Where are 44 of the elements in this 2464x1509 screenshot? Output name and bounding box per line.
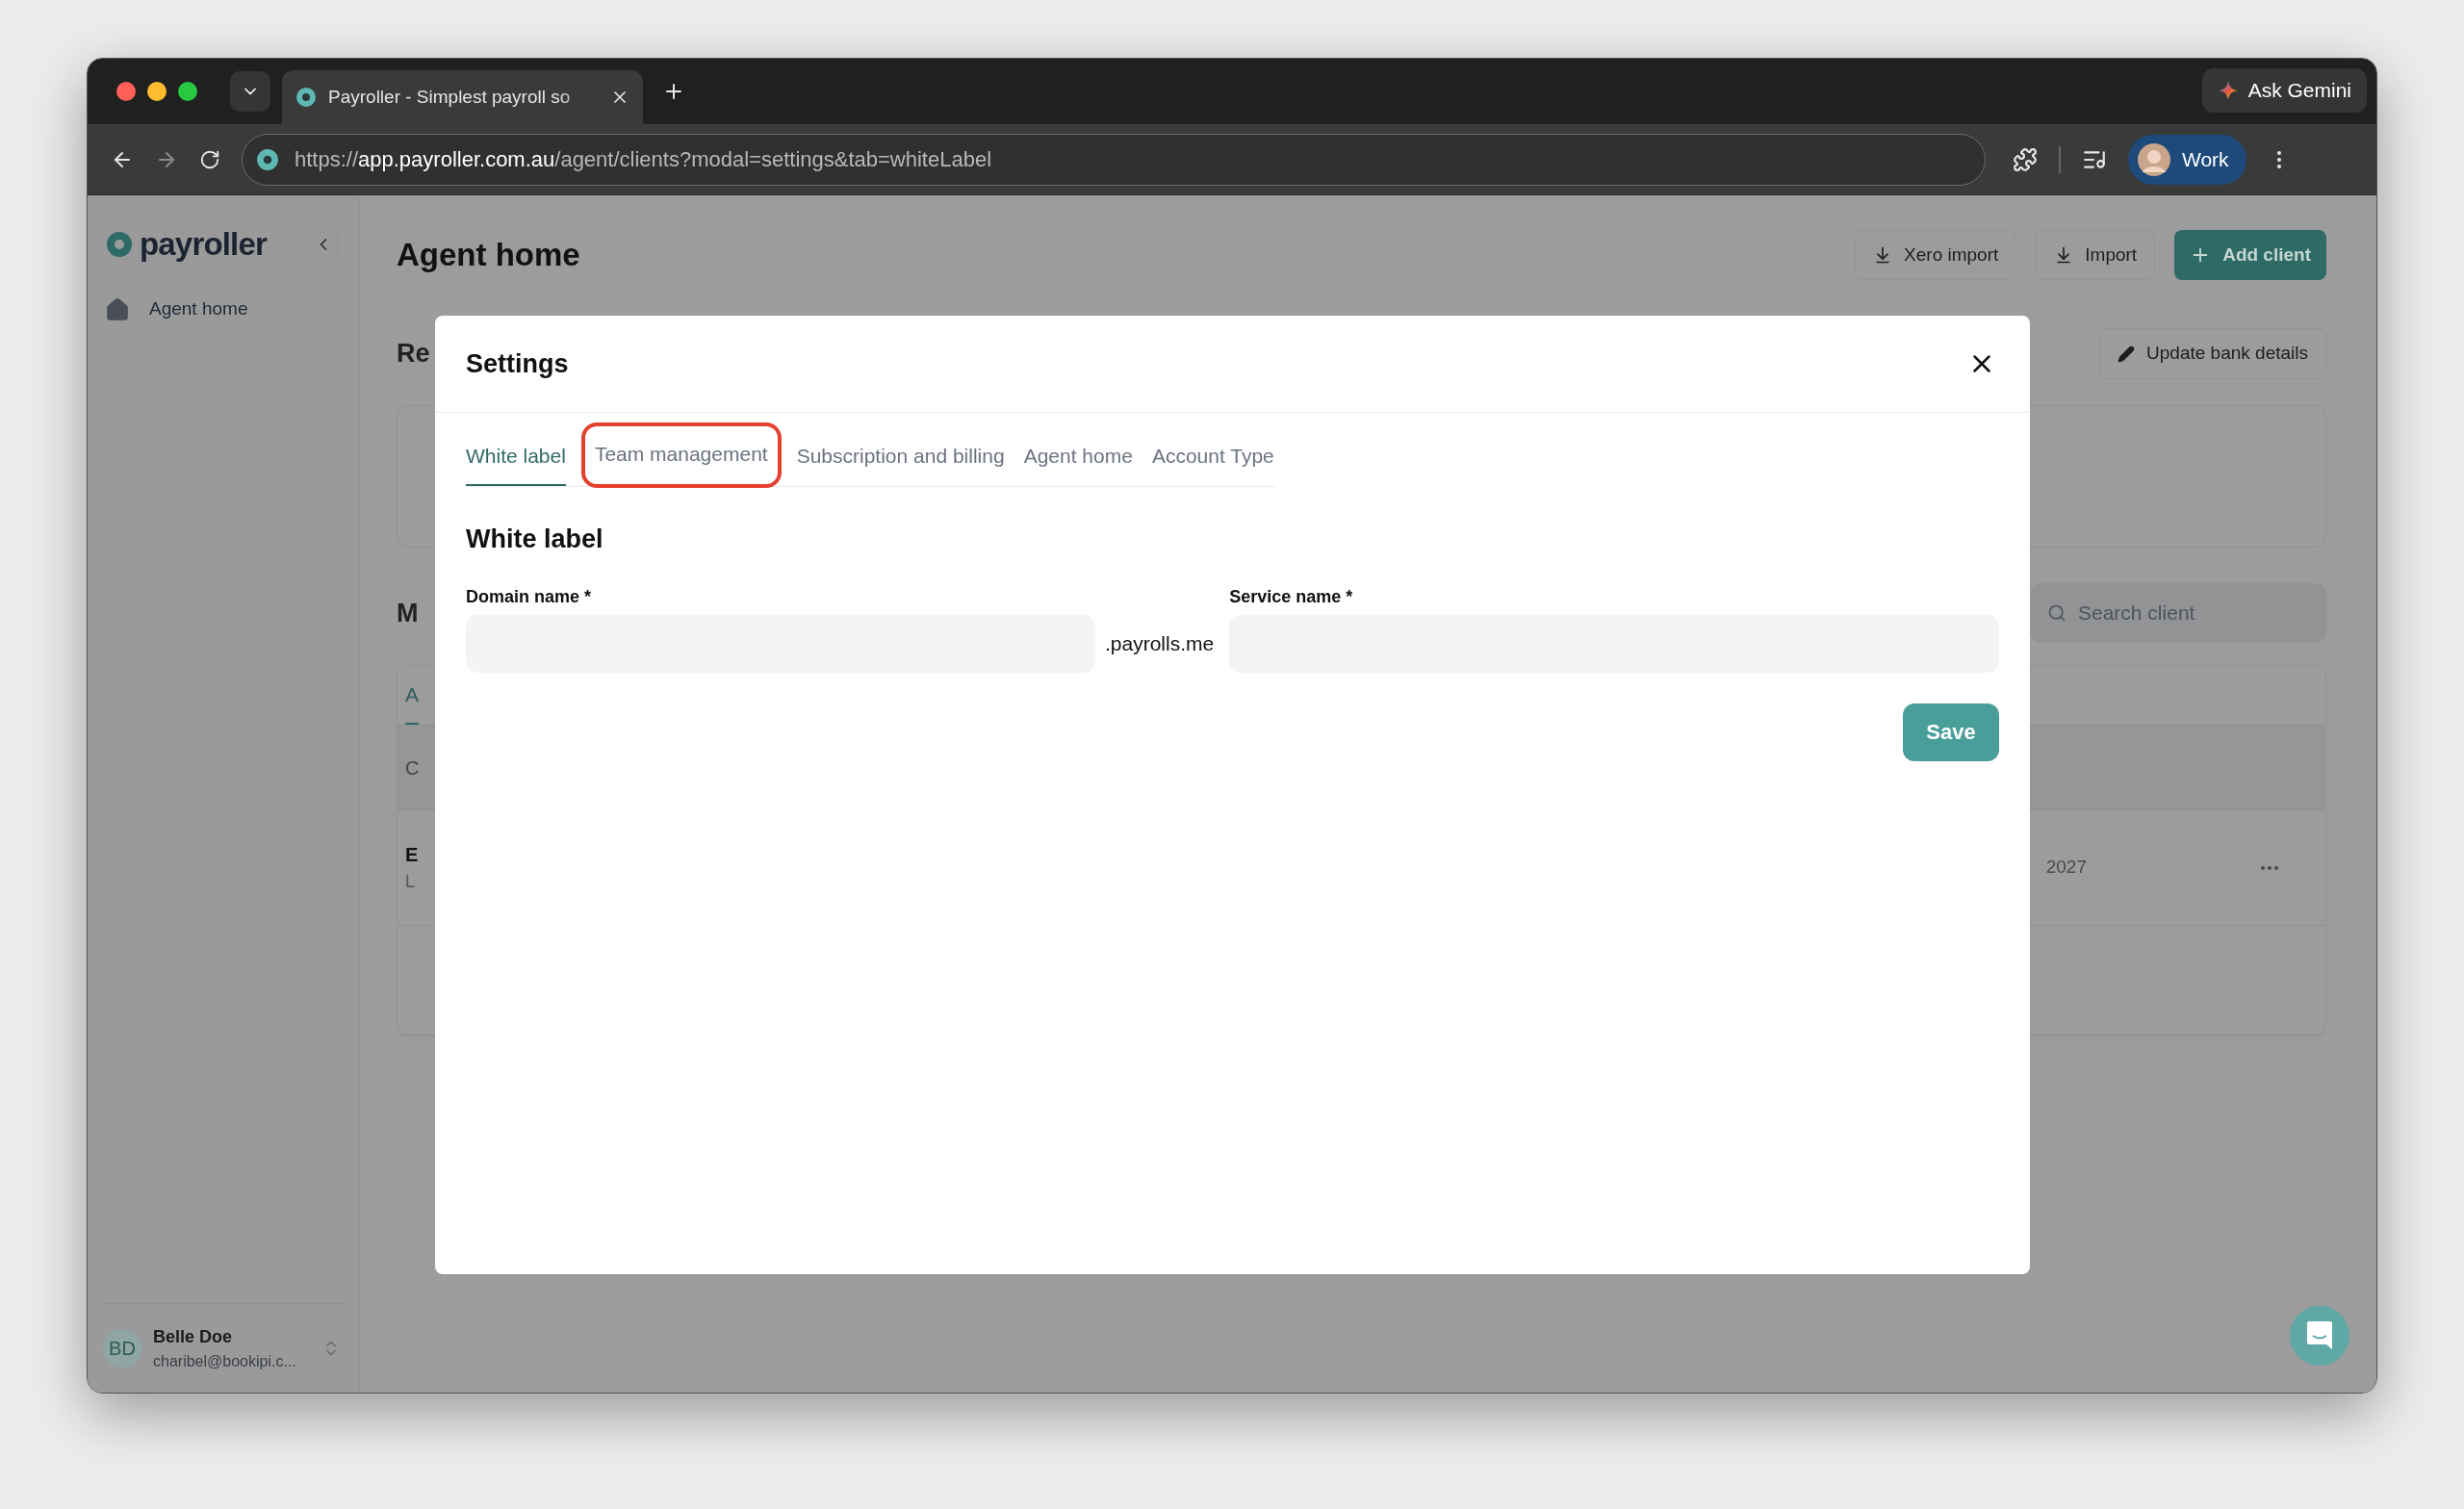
user-avatar: BD bbox=[103, 1329, 141, 1368]
reload-icon[interactable] bbox=[199, 148, 220, 170]
section-title: White label bbox=[466, 524, 604, 555]
section-heading: Re bbox=[397, 338, 430, 371]
import-button[interactable]: Xero import bbox=[1855, 230, 2017, 280]
browser-tab[interactable]: Payroller - Simplest payroll so bbox=[282, 70, 643, 124]
chat-icon bbox=[2306, 1320, 2333, 1351]
tab-title: Payroller - Simplest payroll so bbox=[328, 85, 572, 109]
table-cell-text: 2027 bbox=[2045, 856, 2087, 880]
import-button[interactable]: Import bbox=[2036, 230, 2156, 280]
pencil-icon bbox=[2118, 345, 2136, 363]
collapse-sidebar-button[interactable] bbox=[309, 228, 338, 260]
url-text: https://app.payroller.com.au/agent/clients?modal=settings&tab=whiteLabel bbox=[295, 146, 992, 173]
table-cell-text: C bbox=[405, 755, 420, 780]
ask-gemini-button[interactable]: Ask Gemini bbox=[2201, 68, 2367, 113]
field-label: Service name * bbox=[1229, 585, 1354, 608]
field-label: Domain name * bbox=[466, 585, 593, 608]
update-bank-details-button[interactable]: Update bank details bbox=[2099, 328, 2326, 379]
user-email: charibel@bookipi.c... bbox=[153, 1351, 296, 1371]
logo-icon bbox=[105, 229, 134, 259]
extensions-icon[interactable] bbox=[2013, 146, 2038, 172]
logo-text: payroller bbox=[140, 225, 267, 264]
settings-tab[interactable]: Agent home bbox=[1023, 428, 1133, 486]
avatar-icon bbox=[2138, 142, 2170, 176]
save-button[interactable]: Save bbox=[1903, 703, 1999, 761]
table-cell-text: L bbox=[405, 871, 416, 893]
settings-tab[interactable]: Subscription and billing bbox=[796, 428, 1005, 486]
site-icon bbox=[256, 147, 279, 171]
address-bar[interactable]: https://app.payroller.com.au/agent/clients?modal=settings&tab=whiteLabel bbox=[242, 133, 1986, 186]
search-field[interactable]: Search client bbox=[2030, 583, 2326, 643]
section-heading: M bbox=[397, 597, 419, 629]
page-title: Agent home bbox=[397, 236, 580, 275]
site-icon bbox=[295, 87, 317, 108]
settings-tab[interactable]: Account Type bbox=[1151, 428, 1274, 486]
search-icon bbox=[2047, 603, 2066, 623]
add-client-button[interactable]: Add client bbox=[2174, 230, 2326, 280]
home-icon bbox=[105, 296, 130, 322]
profile-button[interactable]: Work bbox=[2128, 134, 2246, 185]
sidebar-item[interactable]: Agent home bbox=[105, 287, 342, 332]
domain-suffix: .payrolls.me bbox=[1105, 630, 1215, 656]
settings-tab[interactable]: White label bbox=[466, 428, 566, 486]
user-name: Belle Doe bbox=[153, 1325, 234, 1348]
table-cell-text: E bbox=[405, 843, 419, 867]
dialog-title: Settings bbox=[466, 347, 569, 380]
